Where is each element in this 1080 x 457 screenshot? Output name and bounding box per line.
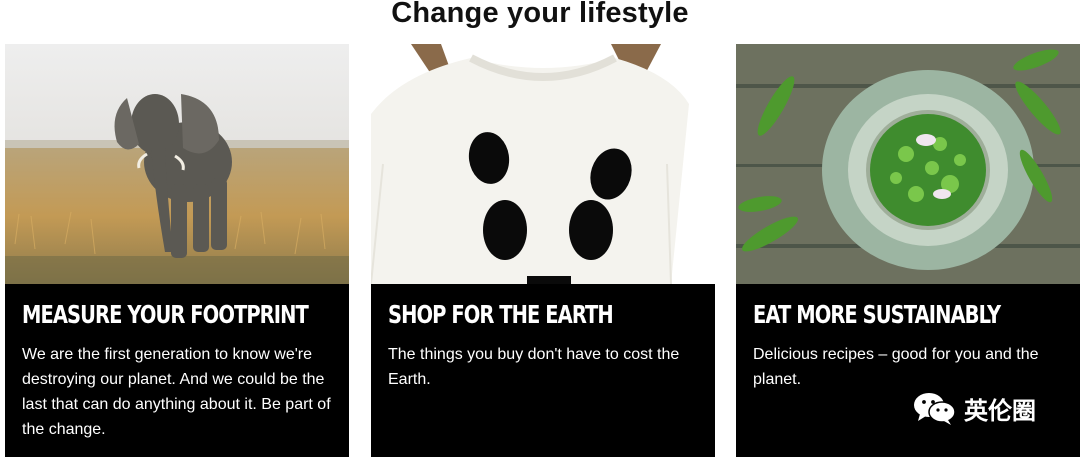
card-body: Delicious recipes – good for you and the… bbox=[753, 346, 1039, 388]
card-heading[interactable]: MEASURE YOUR FOOTPRINT bbox=[22, 298, 309, 332]
elephant-photo[interactable] bbox=[5, 44, 349, 284]
watermark-text: 英伦圈 bbox=[964, 396, 1036, 425]
card-body: The things you buy don't have to cost th… bbox=[388, 346, 680, 388]
watermark: 英伦圈 bbox=[912, 389, 1036, 427]
card-measure-footprint[interactable]: MEASURE YOUR FOOTPRINT We are the first … bbox=[5, 44, 349, 457]
panda-sweater-photo[interactable] bbox=[371, 44, 715, 284]
card-heading[interactable]: SHOP FOR THE EARTH bbox=[388, 298, 638, 332]
card-heading[interactable]: EAT MORE SUSTAINABLY bbox=[753, 298, 1003, 332]
green-peas-bowl-photo[interactable] bbox=[736, 44, 1080, 284]
wechat-icon bbox=[914, 393, 956, 425]
card-shop-earth[interactable]: SHOP FOR THE EARTH The things you buy do… bbox=[371, 44, 715, 457]
page-title: Change your lifestyle bbox=[391, 0, 689, 29]
card-body: We are the first generation to know we'r… bbox=[22, 346, 331, 438]
page: Change your lifestyle MEASURE YOUR FOOTP… bbox=[0, 0, 1080, 457]
